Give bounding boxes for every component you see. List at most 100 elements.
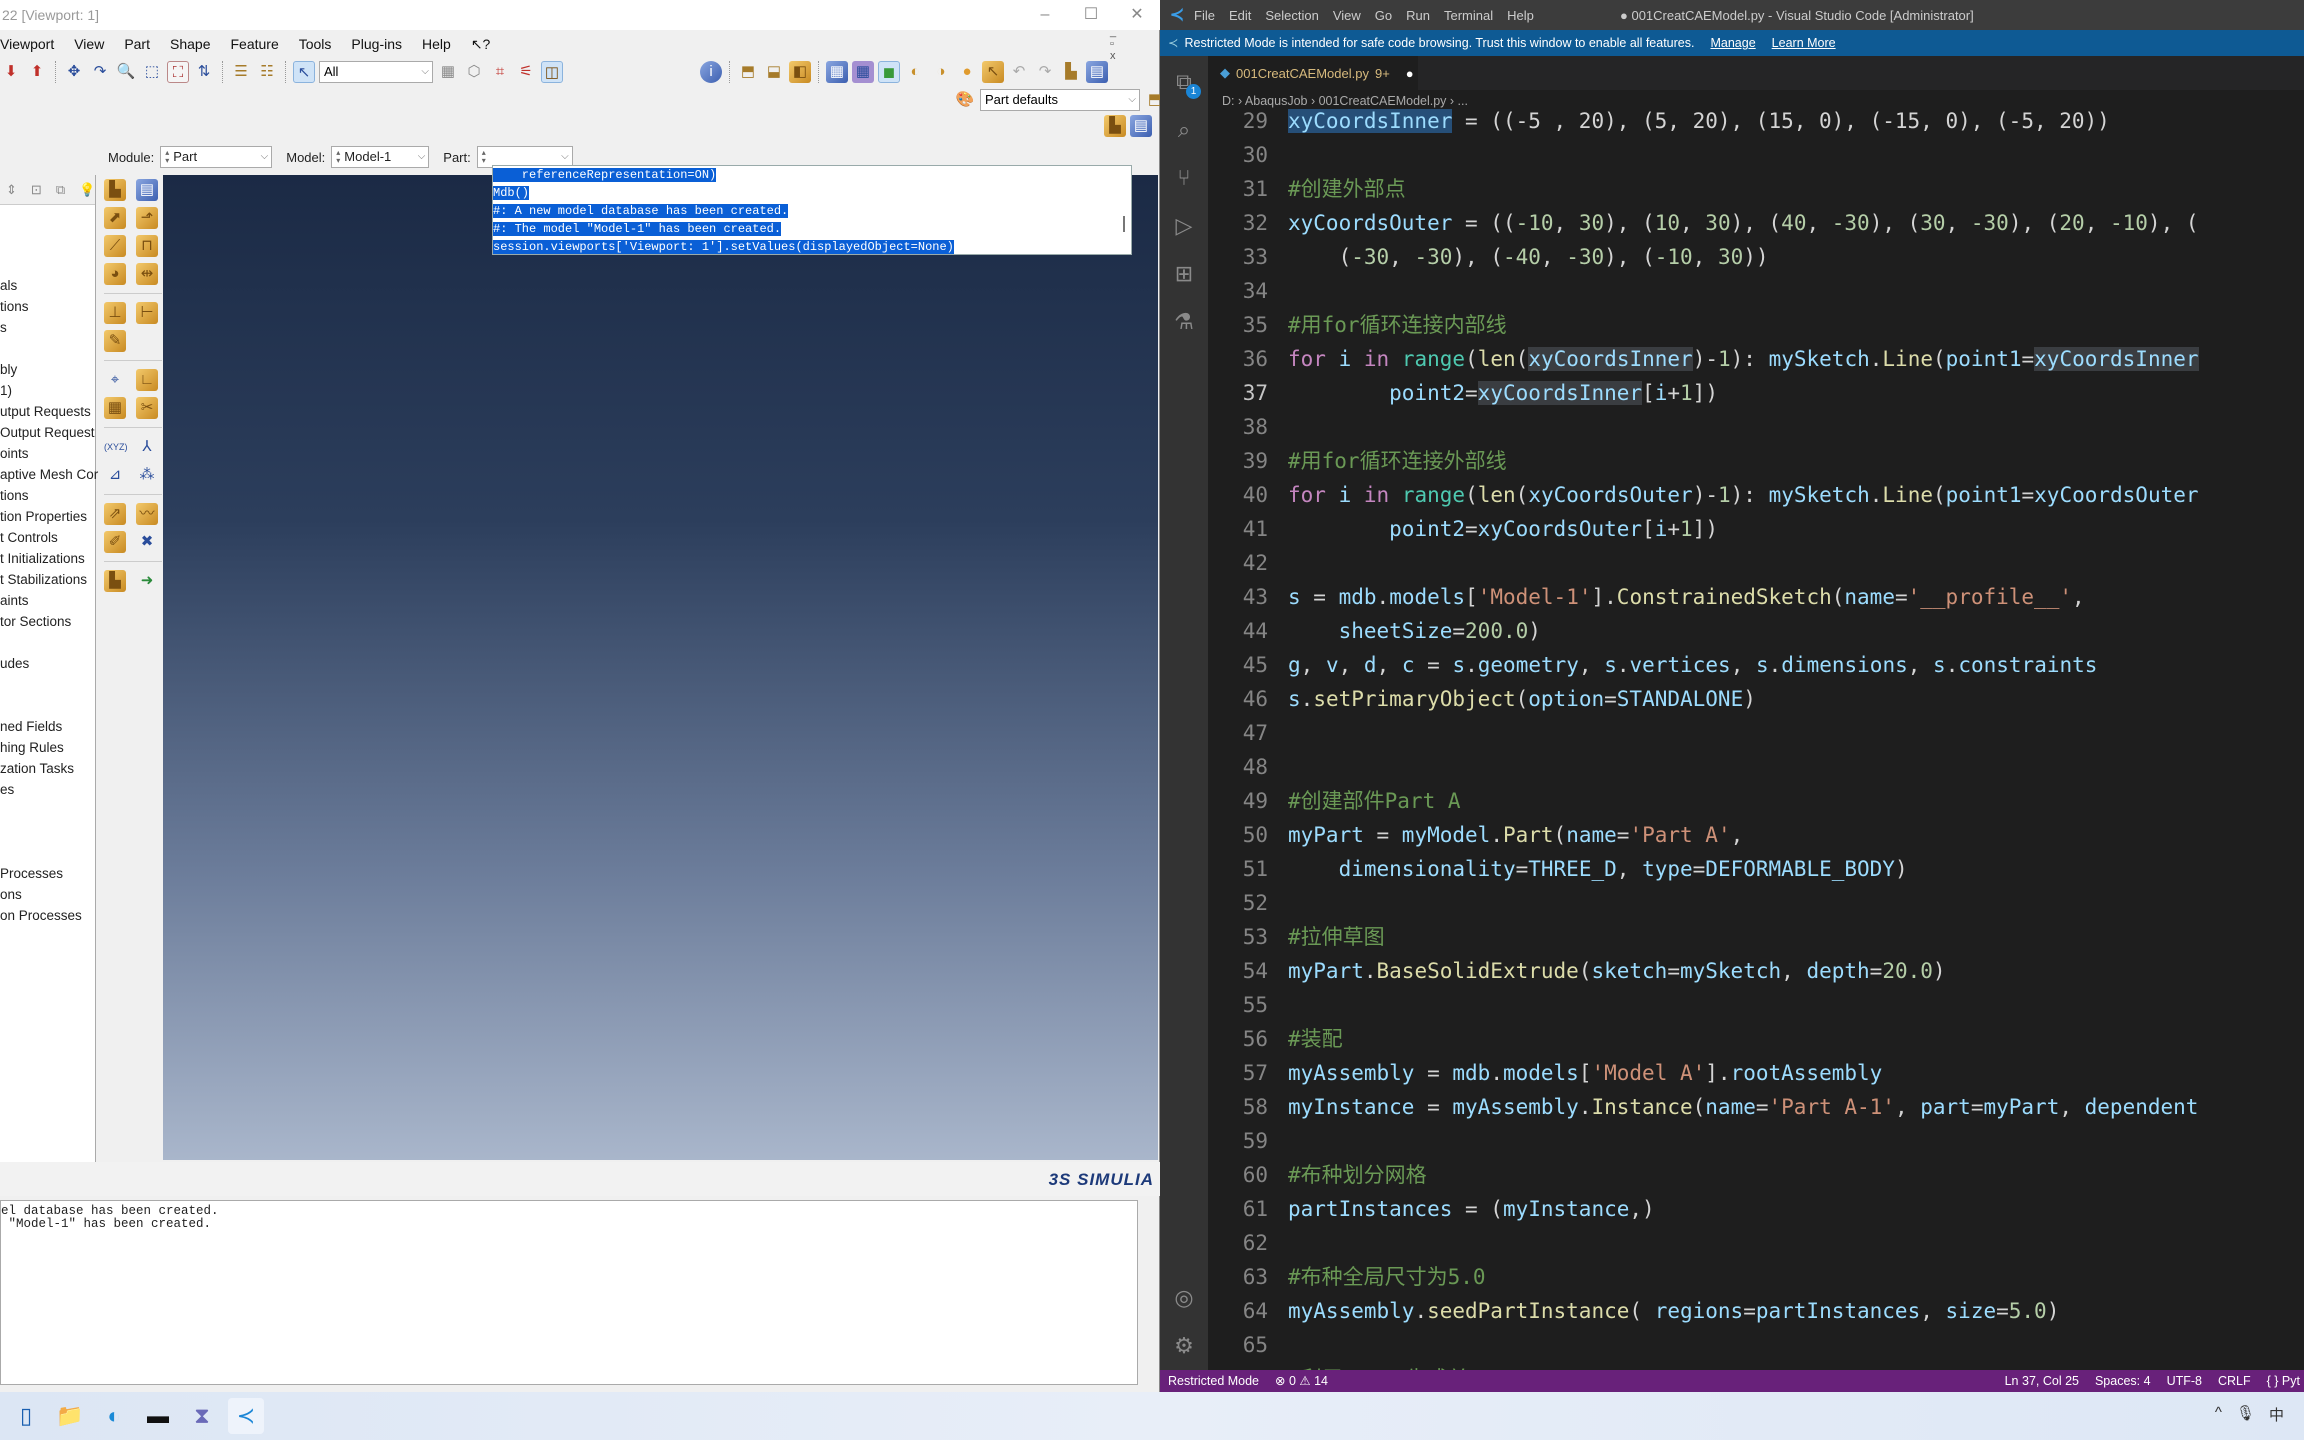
code-line[interactable]: 60 #布种划分网格 [1208, 1158, 2304, 1192]
code-line[interactable]: 64 myAssembly.seedPartInstance( regions=p… [1208, 1294, 2304, 1328]
tray-chevron-icon[interactable]: ^ [2215, 1404, 2222, 1425]
cut-view-icon[interactable]: ◐ [904, 61, 926, 83]
mesh-shaded-icon[interactable]: ▦ [852, 61, 874, 83]
tree-item[interactable]: bly [0, 362, 17, 377]
code-line[interactable]: 51 dimensionality=THREE_D, type=DEFORMAB… [1208, 852, 2304, 886]
code-line[interactable]: 61 partInstances = (myInstance,) [1208, 1192, 2304, 1226]
code-line[interactable]: 37 point2=xyCoordsInner[i+1]) [1208, 376, 2304, 410]
tree-item[interactable]: oints [0, 446, 29, 461]
undo-icon[interactable]: ↶ [1008, 61, 1030, 83]
encoding[interactable]: UTF-8 [2167, 1370, 2202, 1392]
eraser-icon[interactable]: ✎ [104, 330, 126, 352]
repair-icon[interactable]: ▦ [104, 397, 126, 419]
code-line[interactable]: 43 s = mdb.models['Model-1'].ConstrainedS… [1208, 580, 2304, 614]
code-editor[interactable]: 29 xyCoordsInner = ((-5 , 20), (5, 20), (… [1208, 104, 2304, 1370]
code-line[interactable]: 47 [1208, 716, 2304, 750]
menu-terminal[interactable]: Terminal [1444, 8, 1493, 23]
run-debug-icon[interactable]: ▷ [1172, 214, 1196, 238]
tree-item[interactable]: als [0, 278, 17, 293]
code-line[interactable]: 38 [1208, 410, 2304, 444]
file-explorer-icon[interactable]: 📁 [52, 1398, 88, 1434]
menu-feature[interactable]: Feature [230, 36, 278, 52]
rotate-icon[interactable]: ↷ [89, 61, 111, 83]
code-line[interactable]: 53 #拉伸草图 [1208, 920, 2304, 954]
tree-item[interactable]: zation Tasks [0, 761, 74, 776]
assign-section-icon[interactable]: ▙ [1104, 115, 1126, 137]
transform-icon[interactable]: ⇗ [104, 503, 126, 525]
datum-ladder2-icon[interactable]: ☷ [256, 61, 278, 83]
learn-more-link[interactable]: Learn More [1772, 30, 1836, 56]
import-icon[interactable]: ⬇ [0, 61, 22, 83]
tree-item[interactable]: tions [0, 488, 29, 503]
code-line[interactable]: 52 [1208, 886, 2304, 920]
datum-ladder-icon[interactable]: ☰ [230, 61, 252, 83]
extensions-icon[interactable]: ⊞ [1172, 262, 1196, 286]
tree-item[interactable]: aptive Mesh Cor [0, 467, 98, 482]
part-manager-icon[interactable]: ▤ [136, 179, 158, 201]
menu-plugins[interactable]: Plug-ins [351, 36, 402, 52]
task-view-icon[interactable]: ▯ [8, 1398, 44, 1434]
minimize-button[interactable]: – [1022, 0, 1068, 30]
model-combo[interactable]: ▴ ▾ Model-1 ⌵ [331, 146, 430, 168]
query-icon[interactable]: ↖ [982, 61, 1004, 83]
problems-status[interactable]: ⊗ 0 ⚠ 14 [1267, 1370, 1336, 1392]
menu-go[interactable]: Go [1375, 8, 1392, 23]
code-line[interactable]: 41 point2=xyCoordsOuter[i+1]) [1208, 512, 2304, 546]
code-line[interactable]: 36 for i in range(len(xyCoordsInner)-1): … [1208, 342, 2304, 376]
box-zoom-icon[interactable]: ⬚ [141, 61, 163, 83]
auto-fit-icon[interactable]: ⛶ [167, 61, 189, 83]
cycle-view-icon[interactable]: ⇅ [193, 61, 215, 83]
tree-item[interactable]: aints [0, 593, 29, 608]
tree-item[interactable]: tion Properties [0, 509, 87, 524]
virtual-topology-icon[interactable]: 〰 [136, 503, 158, 525]
datum-csys-icon[interactable]: ⊿ [104, 464, 126, 486]
info-icon[interactable]: i [700, 61, 722, 83]
code-line[interactable]: 59 [1208, 1124, 2304, 1158]
tree-item[interactable]: tor Sections [0, 614, 71, 629]
manage-link[interactable]: Manage [1710, 30, 1755, 56]
iso-wire-icon[interactable]: ⬒ [737, 61, 759, 83]
menu-tools[interactable]: Tools [299, 36, 332, 52]
tree-item[interactable]: Output Request [0, 425, 95, 440]
tree-item[interactable]: hing Rules [0, 740, 64, 755]
shaded-icon[interactable]: ◧ [789, 61, 811, 83]
search-icon[interactable]: ⌕ [1172, 118, 1196, 142]
cut-extrude-icon[interactable]: ⊓ [136, 235, 158, 257]
microphone-icon[interactable]: 🎙 [2236, 1404, 2255, 1425]
terminal-icon[interactable]: ▬ [140, 1398, 176, 1434]
mirror-icon[interactable]: ⇹ [136, 263, 158, 285]
assembly-icon[interactable]: ▙ [104, 570, 126, 592]
drag-points-icon[interactable]: ⚟ [515, 61, 537, 83]
tree-spinner-icon[interactable]: ⇕ [6, 182, 17, 198]
menu-run[interactable]: Run [1406, 8, 1430, 23]
menu-shape[interactable]: Shape [170, 36, 210, 52]
maximize-button[interactable]: ☐ [1068, 0, 1114, 30]
unsaved-dot-icon[interactable]: ● [1406, 66, 1414, 81]
module-step-icon[interactable]: ➜ [136, 570, 158, 592]
code-line[interactable]: 39 #用for循环连接外部线 [1208, 444, 2304, 478]
indentation[interactable]: Spaces: 4 [2095, 1370, 2151, 1392]
sketch-corner-icon[interactable]: ∟ [136, 369, 158, 391]
menu-selection[interactable]: Selection [1265, 8, 1318, 23]
round-icon[interactable]: ◕ [104, 263, 126, 285]
menu-view[interactable]: View [74, 36, 104, 52]
code-line[interactable]: 66#利用 ... 生成单元 [1208, 1362, 2304, 1370]
module-combo[interactable]: ▴ ▾ Part ⌵ [160, 146, 273, 168]
code-line[interactable]: 62 [1208, 1226, 2304, 1260]
vscode-app-icon[interactable]: ≺ [228, 1398, 264, 1434]
tree-item[interactable]: ons [0, 887, 22, 902]
palette-icon[interactable]: 🎨 [954, 89, 976, 111]
hidden-line-icon[interactable]: ⬓ [763, 61, 785, 83]
step-icon[interactable]: ▙ [1060, 61, 1082, 83]
tree-item[interactable]: ned Fields [0, 719, 62, 734]
code-line[interactable]: 40 for i in range(len(xyCoordsOuter)-1): … [1208, 478, 2304, 512]
tab-001CreatCAEModel[interactable]: ◆ 001CreatCAEModel.py 9+ ● [1208, 56, 1418, 90]
zoom-icon[interactable]: 🔍 [115, 61, 137, 83]
code-line[interactable]: 31 #创建外部点 [1208, 172, 2304, 206]
tools-icon[interactable]: ✖ [136, 531, 158, 553]
export-icon[interactable]: ⬆ [26, 61, 48, 83]
code-line[interactable]: 46 s.setPrimaryObject(option=STANDALONE) [1208, 682, 2304, 716]
select-point-icon[interactable]: ⌖ [104, 369, 126, 391]
mdi-window-buttons[interactable]: _ ▫ x [1110, 26, 1122, 62]
tree-item[interactable]: on Processes [0, 908, 82, 923]
